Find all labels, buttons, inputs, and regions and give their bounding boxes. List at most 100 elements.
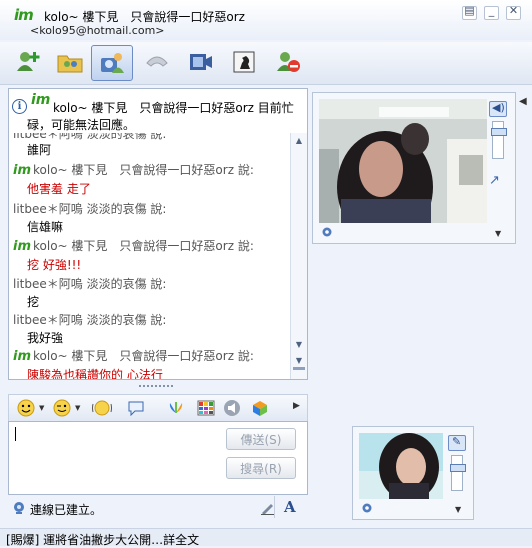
emoticon-button[interactable]	[15, 398, 37, 418]
webcam-status-icon	[14, 502, 24, 514]
conversation-history: i im kolo~ 樓下見 只會說得一口好惡orz 目前忙 碌，可能無法回應。…	[8, 88, 308, 380]
connection-status-text: 連線已建立。	[30, 503, 103, 517]
chevron-down-icon[interactable]: ▼	[75, 404, 80, 412]
chat-scrollbar[interactable]: ▲ ▼ ▼	[290, 133, 307, 379]
mic-slider-thumb[interactable]	[450, 464, 466, 472]
contact-email: <kolo95@hotmail.com>	[30, 24, 165, 37]
video-options-icon[interactable]: ▼	[495, 229, 501, 238]
background-button[interactable]	[195, 398, 217, 418]
menu-button[interactable]: ▤	[462, 4, 477, 20]
message-text: 挖 好強!!!	[27, 258, 82, 272]
im-logo: im	[13, 349, 32, 364]
game-button[interactable]	[249, 398, 271, 418]
sound-button[interactable]	[221, 398, 243, 418]
game-piece-icon	[233, 51, 255, 73]
title-bar: im kolo~ 樓下見 只會說得一口好惡orz <kolo95@hotmail…	[0, 0, 532, 40]
minimize-icon: _	[488, 4, 495, 17]
shared-folder-icon	[57, 55, 83, 73]
local-webcam-frame: ✎ ▼	[352, 426, 474, 520]
ticker-text[interactable]: [賜爆] 運將省油撇步大公開…詳全文	[6, 531, 199, 548]
smiley-icon	[17, 399, 35, 417]
block-icon	[277, 52, 300, 72]
contact-display-name: kolo~ 樓下見 只會說得一口好惡orz	[44, 10, 245, 24]
scroll-down-icon[interactable]: ▼	[293, 339, 305, 351]
chevron-right-icon[interactable]: ▶	[293, 401, 300, 411]
volume-button[interactable]: ◀)	[489, 101, 507, 117]
film-icon	[190, 54, 212, 70]
webcam-icon	[362, 503, 372, 513]
mic-volume-slider[interactable]	[450, 455, 466, 491]
text-cursor	[15, 427, 16, 441]
voice-call-button[interactable]	[137, 45, 177, 79]
message-sender: im kolo~ 樓下見 只會說得一口好惡orz 說:	[13, 239, 254, 254]
video-clip-button[interactable]	[180, 45, 220, 79]
pane-splitter[interactable]	[138, 384, 174, 388]
local-webcam-image	[359, 433, 443, 499]
menu-icon: ▤	[464, 4, 475, 17]
message-text: 信雄嘛	[27, 220, 64, 234]
im-logo: im	[13, 239, 32, 254]
wink-button[interactable]	[51, 398, 73, 418]
send-button[interactable]: 傳送(S)	[226, 428, 296, 450]
scroll-down-icon[interactable]: ▼	[293, 355, 305, 367]
volume-slider-thumb[interactable]	[491, 128, 507, 136]
im-logo: im	[13, 163, 32, 178]
message-text: 他害羞 走了	[27, 182, 91, 196]
close-button[interactable]: ✕	[506, 4, 521, 20]
scroll-up-icon[interactable]: ▲	[293, 135, 305, 147]
busy-status-text: kolo~ 樓下見 只會說得一口好惡orz 目前忙	[53, 101, 294, 115]
message-input[interactable]: 傳送(S) 搜尋(R)	[8, 421, 308, 495]
webcam-contacts-icon	[101, 53, 124, 73]
mic-button[interactable]: ✎	[448, 435, 466, 451]
message-text: 挖	[27, 295, 40, 309]
speaker-icon	[224, 400, 240, 416]
im-logo: im	[14, 6, 34, 24]
remote-webcam-frame: ◀) ↗ ▼	[312, 92, 516, 244]
search-button[interactable]: 搜尋(R)	[226, 457, 296, 479]
add-contact-icon	[17, 52, 40, 71]
collapse-panel-icon[interactable]: ◀	[519, 96, 527, 107]
connection-status-bar: 連線已建立。 A	[8, 496, 306, 520]
scroll-end-icon[interactable]	[293, 367, 305, 370]
volume-slider[interactable]	[491, 121, 507, 159]
msn-logo-button[interactable]	[165, 398, 187, 418]
share-folder-button[interactable]	[50, 45, 90, 79]
message-text: 我好強	[27, 331, 64, 345]
chevron-down-icon[interactable]: ▼	[39, 404, 44, 412]
wink-icon	[53, 399, 71, 417]
message-sender: litbee＊阿嗚 淡淡的哀傷 說:	[13, 313, 167, 327]
voice-clip-button[interactable]	[125, 398, 147, 418]
video-options-icon[interactable]: ▼	[455, 505, 461, 514]
message-sender: im kolo~ 樓下見 只會說得一口好惡orz 說:	[13, 163, 254, 178]
block-contact-button[interactable]	[268, 45, 308, 79]
message-text: 誰阿	[27, 143, 52, 157]
busy-status-text: 碌，可能無法回應。	[27, 118, 136, 132]
divider	[274, 496, 275, 518]
action-toolbar	[0, 42, 532, 85]
message-text: 陳駿為也稱讚你的 心法行	[27, 368, 163, 379]
nudge-button[interactable]	[91, 398, 113, 418]
expand-video-icon[interactable]: ↗	[489, 173, 500, 188]
im-logo: im	[31, 92, 51, 108]
speaker-icon: ◀)	[492, 101, 505, 114]
remote-webcam-image	[319, 99, 487, 223]
message-sender: im kolo~ 樓下見 只會說得一口好惡orz 說:	[13, 349, 254, 364]
nudge-icon	[92, 400, 112, 416]
color-palette-icon	[197, 400, 215, 416]
webcam-icon	[322, 227, 332, 237]
message-list: litbee＊阿嗚 淡淡的哀傷 說: 誰阿 im kolo~ 樓下見 只會說得一口…	[9, 133, 289, 379]
info-icon: i	[12, 99, 27, 114]
msn-butterfly-icon	[169, 402, 183, 413]
input-toolbar: ▼ ▼ ▶	[8, 394, 308, 422]
font-icon[interactable]: A	[284, 498, 296, 516]
news-ticker[interactable]: [賜爆] 運將省油撇步大公開…詳全文	[0, 528, 532, 548]
game-cube-icon	[253, 401, 267, 416]
pencil-icon: ✎	[452, 435, 462, 448]
games-button[interactable]	[224, 45, 264, 79]
minimize-button[interactable]: _	[484, 4, 499, 20]
webcam-button[interactable]	[91, 45, 133, 81]
phone-icon	[146, 56, 168, 67]
add-contact-button[interactable]	[8, 45, 48, 79]
close-icon: ✕	[508, 4, 519, 17]
busy-status-banner: i im kolo~ 樓下見 只會說得一口好惡orz 目前忙 碌，可能無法回應。	[9, 89, 307, 133]
